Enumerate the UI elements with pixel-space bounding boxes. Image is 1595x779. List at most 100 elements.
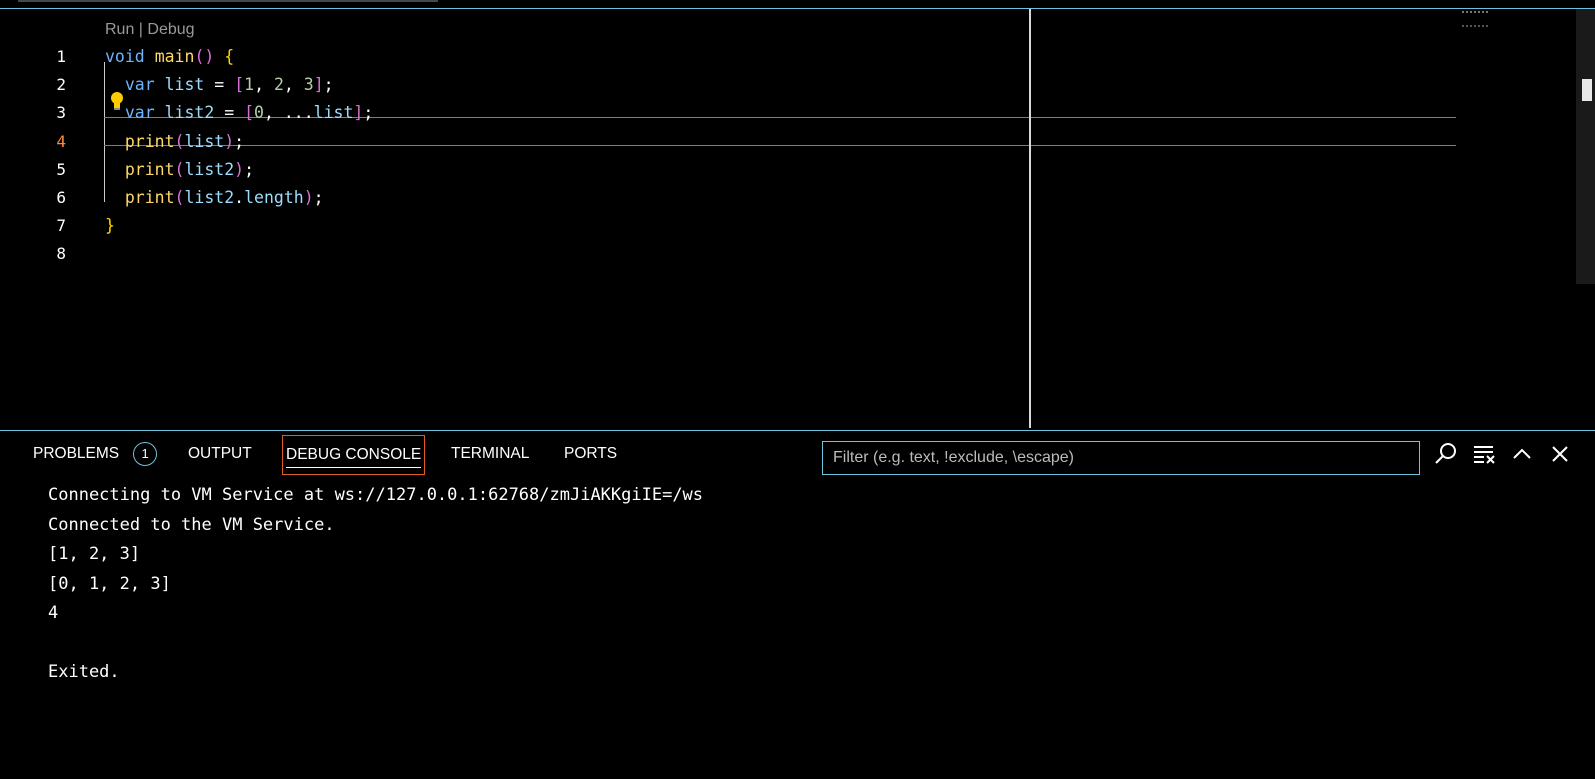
code-token: var <box>124 75 155 95</box>
code-token: 2 <box>273 75 284 95</box>
console-line: [1, 2, 3] <box>48 544 141 564</box>
search-icon[interactable] <box>1433 441 1459 467</box>
codelens: Run | Debug <box>105 21 195 39</box>
clear-console-icon[interactable] <box>1471 441 1497 467</box>
code-line[interactable]: print(list2.length); <box>105 184 324 212</box>
codelens-separator: | <box>134 21 148 38</box>
console-line: Exited. <box>48 662 120 682</box>
code-token: [ <box>244 103 255 123</box>
code-token: () <box>194 47 215 66</box>
code-line[interactable]: var list = [1, 2, 3]; <box>105 71 334 99</box>
code-line[interactable]: void main() { <box>105 43 234 71</box>
close-panel-icon[interactable] <box>1547 441 1573 467</box>
code-line[interactable]: print(list2); <box>105 156 254 184</box>
lightbulb-icon[interactable] <box>110 91 124 111</box>
tab-ports[interactable]: PORTS <box>564 441 617 467</box>
active-tab-indicator <box>286 467 422 468</box>
code-token: var <box>124 103 155 123</box>
console-filter-input[interactable] <box>822 441 1420 475</box>
code-line[interactable]: } <box>105 212 115 240</box>
code-token: , ... <box>263 103 314 123</box>
code-token: print <box>124 131 175 151</box>
code-token: ) <box>234 159 245 179</box>
editor-ruler <box>1029 9 1031 428</box>
code-token: list <box>184 131 225 151</box>
code-token: ( <box>174 188 185 207</box>
tab-problems[interactable]: PROBLEMS 1 <box>33 441 158 467</box>
tab-terminal-label: TERMINAL <box>451 445 530 462</box>
code-token: . <box>234 188 245 207</box>
code-token: ; <box>234 131 245 151</box>
code-token: length <box>244 188 304 207</box>
code-token: , <box>254 75 274 95</box>
line-number: 3 <box>56 103 66 123</box>
code-editor[interactable]: Run | Debug 12345678 void main() { var l… <box>0 9 1595 428</box>
code-token: list2 <box>164 103 215 123</box>
code-token: ( <box>174 159 185 179</box>
code-token: ) <box>224 131 235 151</box>
panel-tab-bar: PROBLEMS 1 OUTPUT DEBUG CONSOLE TERMINAL … <box>0 431 1595 477</box>
console-line: 4 <box>48 603 59 623</box>
code-token: list <box>313 103 354 123</box>
code-line[interactable]: var list2 = [0, ...list]; <box>105 99 373 127</box>
code-token: void <box>105 47 145 66</box>
code-token: ] <box>313 75 324 95</box>
code-token: ( <box>174 131 185 151</box>
code-token: = <box>204 75 235 95</box>
maximize-panel-icon[interactable] <box>1509 441 1535 467</box>
code-token: ) <box>303 188 314 207</box>
line-number: 5 <box>56 159 66 179</box>
code-token: list <box>164 75 205 95</box>
line-number: 4 <box>56 131 66 151</box>
tab-debug-console-label: DEBUG CONSOLE <box>286 446 422 463</box>
codelens-debug[interactable]: Debug <box>147 21 194 38</box>
tab-output-label: OUTPUT <box>188 445 252 462</box>
vscode-window: Run | Debug 12345678 void main() { var l… <box>0 0 1595 779</box>
code-token: print <box>124 159 175 179</box>
editor-scrollbar[interactable] <box>1576 9 1595 284</box>
code-token: main <box>154 47 195 66</box>
tab-output[interactable]: OUTPUT <box>188 441 252 467</box>
line-number: 2 <box>56 75 66 95</box>
line-number: 7 <box>56 216 66 236</box>
editor-scrollbar-thumb[interactable] <box>1582 79 1592 101</box>
problems-count-badge: 1 <box>133 441 158 466</box>
code-token: ] <box>353 103 364 123</box>
code-token: 3 <box>303 75 314 95</box>
code-token: ; <box>313 188 324 207</box>
debug-console-output[interactable]: Connecting to VM Service at ws://127.0.0… <box>48 481 703 688</box>
console-line: Connecting to VM Service at ws://127.0.0… <box>48 485 704 505</box>
console-line: Connected to the VM Service. <box>48 514 335 535</box>
code-token: 1 <box>244 75 255 95</box>
line-number: 8 <box>56 244 66 264</box>
code-token: , <box>283 75 304 95</box>
code-token: print <box>124 188 175 207</box>
tab-strip-edge <box>18 0 438 6</box>
code-token: { <box>224 47 235 66</box>
code-token: ; <box>323 75 334 95</box>
console-line: [0, 1, 2, 3] <box>48 573 171 594</box>
minimap[interactable] <box>1462 11 1488 27</box>
code-line[interactable]: print(list); <box>105 128 244 156</box>
tab-ports-label: PORTS <box>564 445 618 462</box>
tab-debug-console[interactable]: DEBUG CONSOLE <box>282 435 426 475</box>
code-token: 0 <box>254 103 264 123</box>
line-number: 6 <box>56 188 66 207</box>
code-token: [ <box>234 75 245 95</box>
code-token: } <box>105 216 115 236</box>
codelens-run[interactable]: Run <box>105 21 134 38</box>
code-token: list2 <box>184 159 235 179</box>
tab-strip-remnant <box>0 0 1595 9</box>
tab-problems-label: PROBLEMS <box>33 445 120 462</box>
code-token: ; <box>244 159 255 179</box>
code-token: = <box>214 103 245 123</box>
tab-terminal[interactable]: TERMINAL <box>451 441 529 467</box>
